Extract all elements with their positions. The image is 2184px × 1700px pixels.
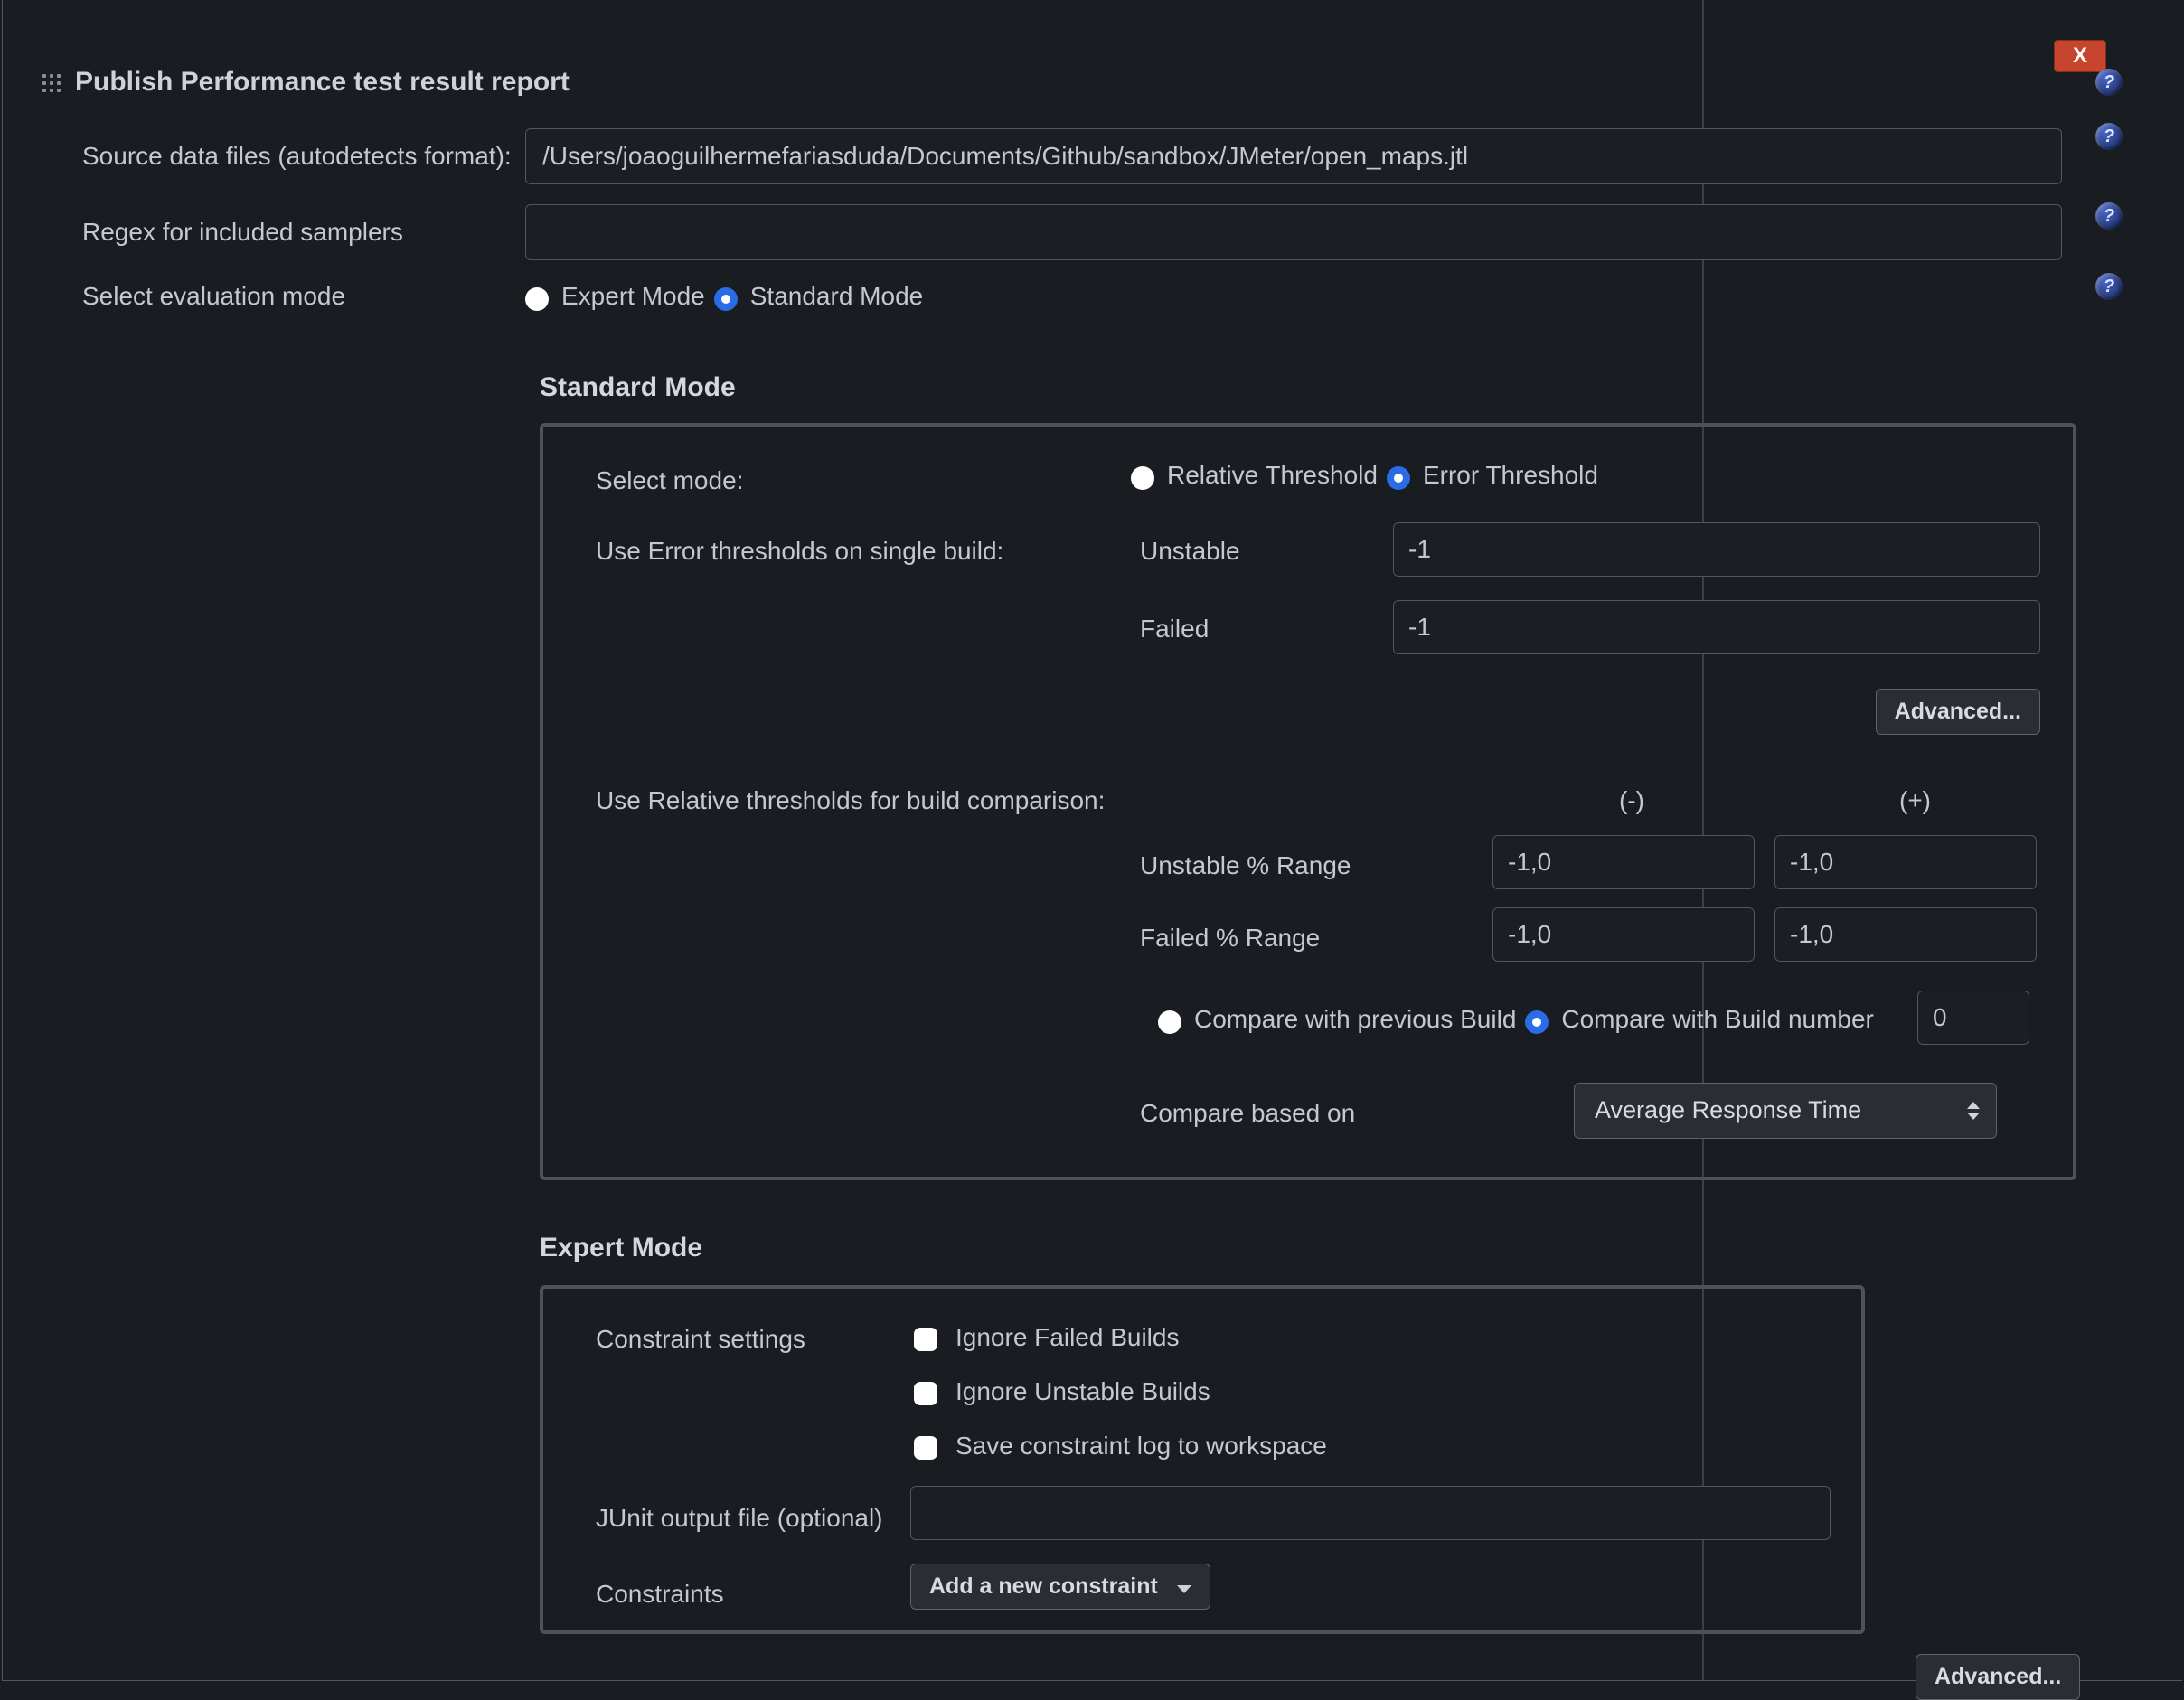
chevron-down-icon	[1177, 1585, 1191, 1593]
select-mode-label: Select mode:	[596, 463, 1066, 498]
failed-minus-input[interactable]	[1492, 907, 1755, 962]
expert-mode-panel: Constraint settings Ignore Failed Builds…	[540, 1285, 1865, 1634]
checkbox-label: Ignore Unstable Builds	[956, 1374, 1210, 1409]
radio-icon	[1387, 466, 1410, 490]
minus-column-header: (-)	[1619, 783, 1644, 818]
checkbox-save-log[interactable]	[914, 1436, 937, 1460]
radio-expert-mode[interactable]: Expert Mode	[525, 278, 705, 314]
help-icon[interactable]: ?	[2095, 123, 2123, 150]
unstable-label: Unstable	[1140, 533, 1240, 568]
standard-mode-panel: Select mode: Relative Threshold Error Th…	[540, 423, 2076, 1180]
error-thresholds-label: Use Error thresholds on single build:	[596, 533, 1102, 568]
checkbox-ignore-unstable[interactable]	[914, 1382, 937, 1405]
regex-input[interactable]	[525, 204, 2062, 260]
radio-label: Compare with previous Build	[1194, 1001, 1516, 1037]
constraints-label: Constraints	[596, 1576, 724, 1611]
relative-thresholds-label: Use Relative thresholds for build compar…	[596, 783, 1105, 818]
radio-icon	[1158, 1010, 1181, 1034]
help-icon[interactable]: ?	[2095, 273, 2123, 300]
radio-label: Compare with Build number	[1561, 1001, 1874, 1037]
select-value: Average Response Time	[1595, 1094, 1861, 1128]
source-files-label: Source data files (autodetects format):	[82, 138, 525, 174]
failed-plus-input[interactable]	[1774, 907, 2037, 962]
config-section: Publish Performance test result report X…	[2, 0, 2182, 1681]
advanced-button[interactable]: Advanced...	[1916, 1654, 2080, 1700]
checkbox-label: Ignore Failed Builds	[956, 1320, 1179, 1355]
constraint-settings-label: Constraint settings	[596, 1321, 805, 1357]
source-files-input[interactable]	[525, 128, 2062, 184]
expert-mode-heading: Expert Mode	[540, 1229, 702, 1267]
drag-handle-icon[interactable]	[41, 72, 62, 94]
radio-icon	[525, 287, 549, 311]
radio-compare-previous[interactable]: Compare with previous Build	[1158, 1001, 1516, 1037]
section-title: Publish Performance test result report	[75, 63, 570, 101]
close-button[interactable]: X	[2054, 40, 2106, 72]
select-caret-icon	[1967, 1102, 1980, 1120]
radio-error-threshold[interactable]: Error Threshold	[1387, 457, 1598, 493]
junit-output-input[interactable]	[910, 1486, 1831, 1540]
radio-icon	[1131, 466, 1154, 490]
failed-threshold-input[interactable]	[1393, 600, 2040, 654]
radio-label: Standard Mode	[750, 278, 923, 314]
compare-based-select[interactable]: Average Response Time	[1574, 1083, 1997, 1139]
unstable-pct-label: Unstable % Range	[1140, 848, 1351, 883]
unstable-threshold-input[interactable]	[1393, 522, 2040, 577]
radio-label: Relative Threshold	[1167, 457, 1378, 493]
plus-column-header: (+)	[1899, 783, 1931, 818]
compare-based-label: Compare based on	[1140, 1095, 1355, 1131]
checkbox-ignore-failed[interactable]	[914, 1328, 937, 1351]
compare-build-number-input[interactable]	[1917, 991, 2029, 1045]
unstable-plus-input[interactable]	[1774, 835, 2037, 889]
add-constraint-button[interactable]: Add a new constraint	[910, 1564, 1210, 1610]
checkbox-label: Save constraint log to workspace	[956, 1428, 1327, 1463]
standard-mode-heading: Standard Mode	[540, 369, 736, 407]
radio-relative-threshold[interactable]: Relative Threshold	[1131, 457, 1378, 493]
radio-label: Error Threshold	[1423, 457, 1598, 493]
eval-mode-label: Select evaluation mode	[82, 278, 525, 314]
help-icon[interactable]: ?	[2095, 202, 2123, 230]
radio-compare-build-number[interactable]: Compare with Build number	[1525, 1001, 1874, 1037]
junit-output-label: JUnit output file (optional)	[596, 1500, 883, 1536]
advanced-button[interactable]: Advanced...	[1876, 689, 2040, 735]
close-label: X	[2073, 41, 2087, 71]
unstable-minus-input[interactable]	[1492, 835, 1755, 889]
failed-pct-label: Failed % Range	[1140, 920, 1320, 955]
help-icon[interactable]: ?	[2095, 69, 2123, 96]
regex-label: Regex for included samplers	[82, 214, 525, 249]
radio-icon	[714, 287, 738, 311]
failed-label: Failed	[1140, 611, 1209, 646]
radio-standard-mode[interactable]: Standard Mode	[714, 278, 923, 314]
radio-label: Expert Mode	[561, 278, 705, 314]
radio-icon	[1525, 1010, 1549, 1034]
